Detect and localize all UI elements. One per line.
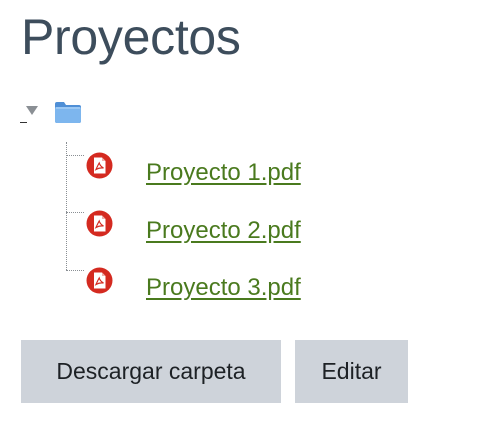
file-link[interactable]: Proyecto 2.pdf	[146, 217, 301, 245]
file-item[interactable]: Proyecto 2.pdf	[86, 210, 346, 244]
tree-branch	[66, 212, 84, 213]
page-title: Proyectos	[21, 9, 241, 65]
edit-button[interactable]: Editar	[295, 340, 408, 403]
root-underline	[20, 122, 27, 123]
pdf-file-icon	[86, 152, 113, 179]
tree-connector	[66, 142, 67, 270]
pdf-file-icon	[86, 210, 113, 237]
collapse-triangle-icon[interactable]	[26, 106, 38, 115]
pdf-file-icon	[86, 267, 113, 294]
tree-branch	[66, 155, 84, 156]
tree-branch	[66, 270, 84, 271]
file-link[interactable]: Proyecto 1.pdf	[146, 159, 301, 187]
file-item[interactable]: Proyecto 3.pdf	[86, 267, 346, 301]
folder-root[interactable]	[20, 100, 90, 126]
file-item[interactable]: Proyecto 1.pdf	[86, 152, 346, 186]
file-link[interactable]: Proyecto 3.pdf	[146, 274, 301, 302]
folder-icon	[55, 102, 81, 123]
download-folder-button[interactable]: Descargar carpeta	[21, 340, 281, 403]
